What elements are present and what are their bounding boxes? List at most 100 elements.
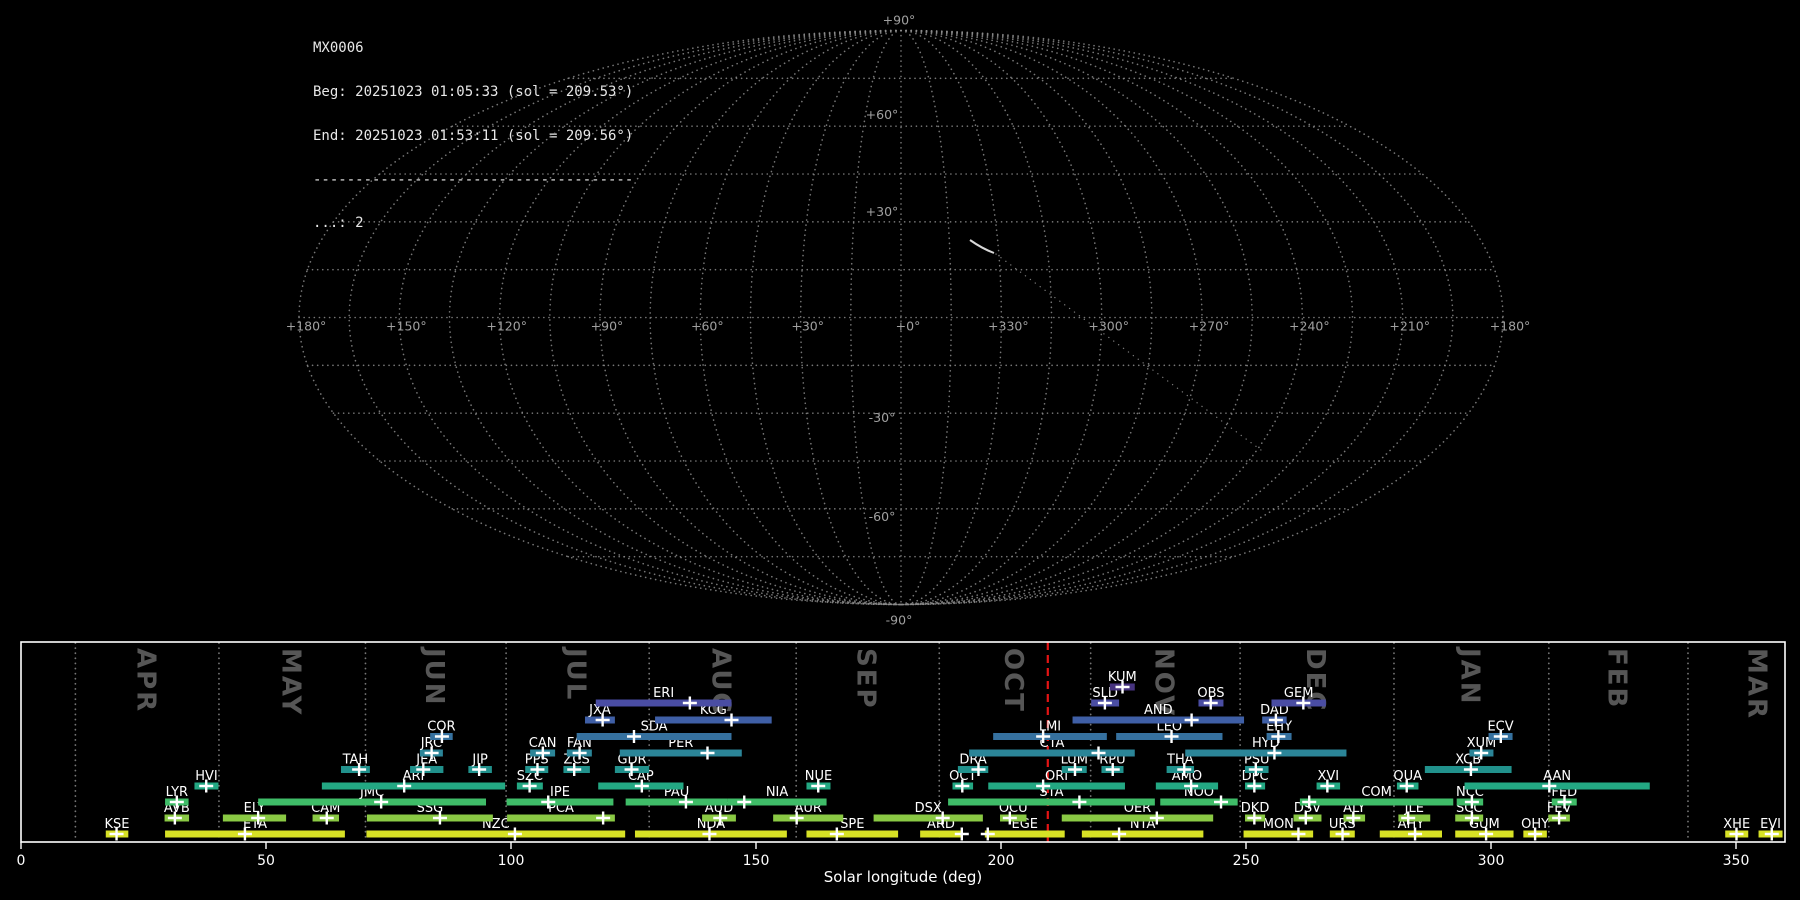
shower-HVI: HVI: [194, 769, 219, 793]
shower-XVI: XVI: [1316, 769, 1341, 793]
x-axis-title: Solar longitude (deg): [824, 868, 982, 886]
map-pole-top-label: +90°: [883, 13, 916, 28]
shower-DAD: DAD: [1260, 703, 1289, 727]
shower-code-label: XVI: [1317, 769, 1339, 784]
map-meridian: [549, 29, 902, 606]
shower-XCB: XCB: [1424, 753, 1512, 776]
shower-COR: COR: [427, 720, 456, 743]
shower-CAN: CAN: [529, 736, 557, 760]
map-meridian: [649, 29, 902, 606]
map-lat-label: +60°: [866, 107, 899, 122]
x-tick-label: 250: [1233, 853, 1260, 869]
shower-code-label: QUA: [1393, 769, 1422, 784]
shower-KSE: KSE: [105, 817, 130, 841]
shower-code-label: JIP: [471, 753, 488, 768]
shower-OBS: OBS: [1197, 686, 1225, 710]
map-lon-label: +180°: [286, 319, 327, 334]
month-label: OCT: [998, 648, 1028, 713]
shower-code-label: HVI: [195, 769, 218, 784]
map-lon-label: +0°: [896, 319, 921, 334]
shower-peak-marker: [626, 730, 641, 743]
shower-code-label: IPE: [550, 785, 570, 800]
shower-AND: AND: [1072, 703, 1245, 727]
x-tick-label: 100: [498, 853, 525, 869]
shower-NUE: NUE: [805, 769, 832, 793]
map-lon-label: +120°: [486, 319, 527, 334]
map-lon-label: +210°: [1389, 319, 1430, 334]
meteor-trail: [969, 239, 995, 254]
shower-peak-marker: [682, 696, 697, 710]
map-lon-label: +330°: [988, 319, 1029, 334]
x-tick-label: 0: [17, 853, 26, 869]
shower-peak-marker: [700, 746, 715, 760]
shower-peak-marker: [1214, 795, 1229, 809]
shower-code-label: EVI: [1760, 817, 1781, 832]
map-lon-label: +300°: [1088, 319, 1129, 334]
sky-map: +90° -90° +60° +30° -30° -60° +180° +150° +120° +…: [286, 13, 1531, 628]
shower-peak-marker: [1184, 713, 1199, 727]
meteor-observation-screen: MX0006 Beg: 20251023 01:05:33 (sol = 209…: [0, 0, 1800, 900]
x-tick-label: 350: [1723, 853, 1750, 869]
shower-KCG: KCG: [655, 703, 772, 727]
shower-JXA: JXA: [584, 703, 615, 727]
shower-code-label: OBS: [1197, 686, 1224, 701]
shower-DKD: DKD: [1241, 801, 1270, 825]
shower-code-label: NUE: [805, 769, 832, 784]
shower-peak-marker: [737, 795, 752, 809]
shower-activity-chart: APR MAY JUN JUL AUG SEP OCT NOV DEC JAN FEB MARKSE E…: [17, 641, 1786, 886]
shower-peak-marker: [596, 811, 611, 825]
shower-peak-marker: [980, 827, 995, 841]
shower-code-label: COM: [1361, 785, 1392, 800]
shower-code-label: TAH: [342, 753, 369, 768]
shower-code-label: AND: [1144, 703, 1173, 718]
shower-peak-marker: [1072, 795, 1087, 809]
shower-code-label: AAN: [1543, 769, 1571, 784]
shower-QUA: QUA: [1393, 769, 1422, 793]
shower-code-label: CAN: [529, 736, 557, 751]
map-lat-label: -30°: [869, 410, 896, 425]
map-lat-label: +30°: [866, 204, 899, 219]
shower-code-label: KSE: [105, 817, 130, 832]
shower-TAH: TAH: [340, 753, 370, 776]
shower-code-label: ECV: [1487, 720, 1513, 735]
shower-LYR: LYR: [165, 785, 189, 809]
map-lon-label: +90°: [591, 319, 624, 334]
shower-code-label: DKD: [1241, 801, 1270, 816]
shower-code-label: LYR: [166, 785, 189, 800]
shower-code-label: DSX: [915, 801, 942, 816]
shower-code-label: NIA: [766, 785, 789, 800]
map-lat-label: -60°: [869, 509, 896, 524]
shower-code-label: XHE: [1723, 817, 1750, 832]
shower-peak-marker: [954, 827, 969, 841]
shower-code-label: OHY: [1521, 817, 1549, 832]
map-lon-label: +270°: [1189, 319, 1230, 334]
map-lon-label: +60°: [691, 319, 724, 334]
month-label: MAR: [1742, 648, 1772, 720]
x-tick-label: 300: [1478, 853, 1505, 869]
x-tick-label: 200: [988, 853, 1015, 869]
shower-OHY: OHY: [1521, 817, 1549, 841]
map-meridian: [900, 29, 1253, 606]
shower-code-label: COR: [427, 720, 455, 735]
map-lon-label: +150°: [386, 319, 427, 334]
shower-code-label: LMI: [1039, 720, 1061, 735]
shower-KUM: KUM: [1108, 670, 1137, 694]
month-label: JAN: [1454, 646, 1484, 706]
shower-code-label: SPE: [840, 817, 864, 832]
shower-JIP: JIP: [468, 753, 492, 776]
map-pole-bottom-label: -90°: [886, 613, 913, 628]
month-label: MAY: [275, 648, 305, 716]
shower-EVI: EVI: [1758, 817, 1783, 841]
map-meridian: [900, 29, 1354, 606]
month-label: JUL: [561, 646, 591, 701]
map-lon-label: +240°: [1289, 319, 1330, 334]
plot-canvas: +90° -90° +60° +30° -30° -60° +180° +150° +120° +…: [17, 13, 1786, 886]
month-label: APR: [130, 648, 160, 713]
map-lon-label: +180°: [1490, 319, 1531, 334]
meteor-path-dotted: [995, 253, 1266, 454]
shower-ECV: ECV: [1487, 720, 1514, 743]
map-meridian: [448, 29, 902, 606]
shower-code-label: GEM: [1284, 686, 1314, 701]
x-tick-label: 50: [257, 853, 275, 869]
shower-code-label: ERI: [653, 686, 674, 701]
